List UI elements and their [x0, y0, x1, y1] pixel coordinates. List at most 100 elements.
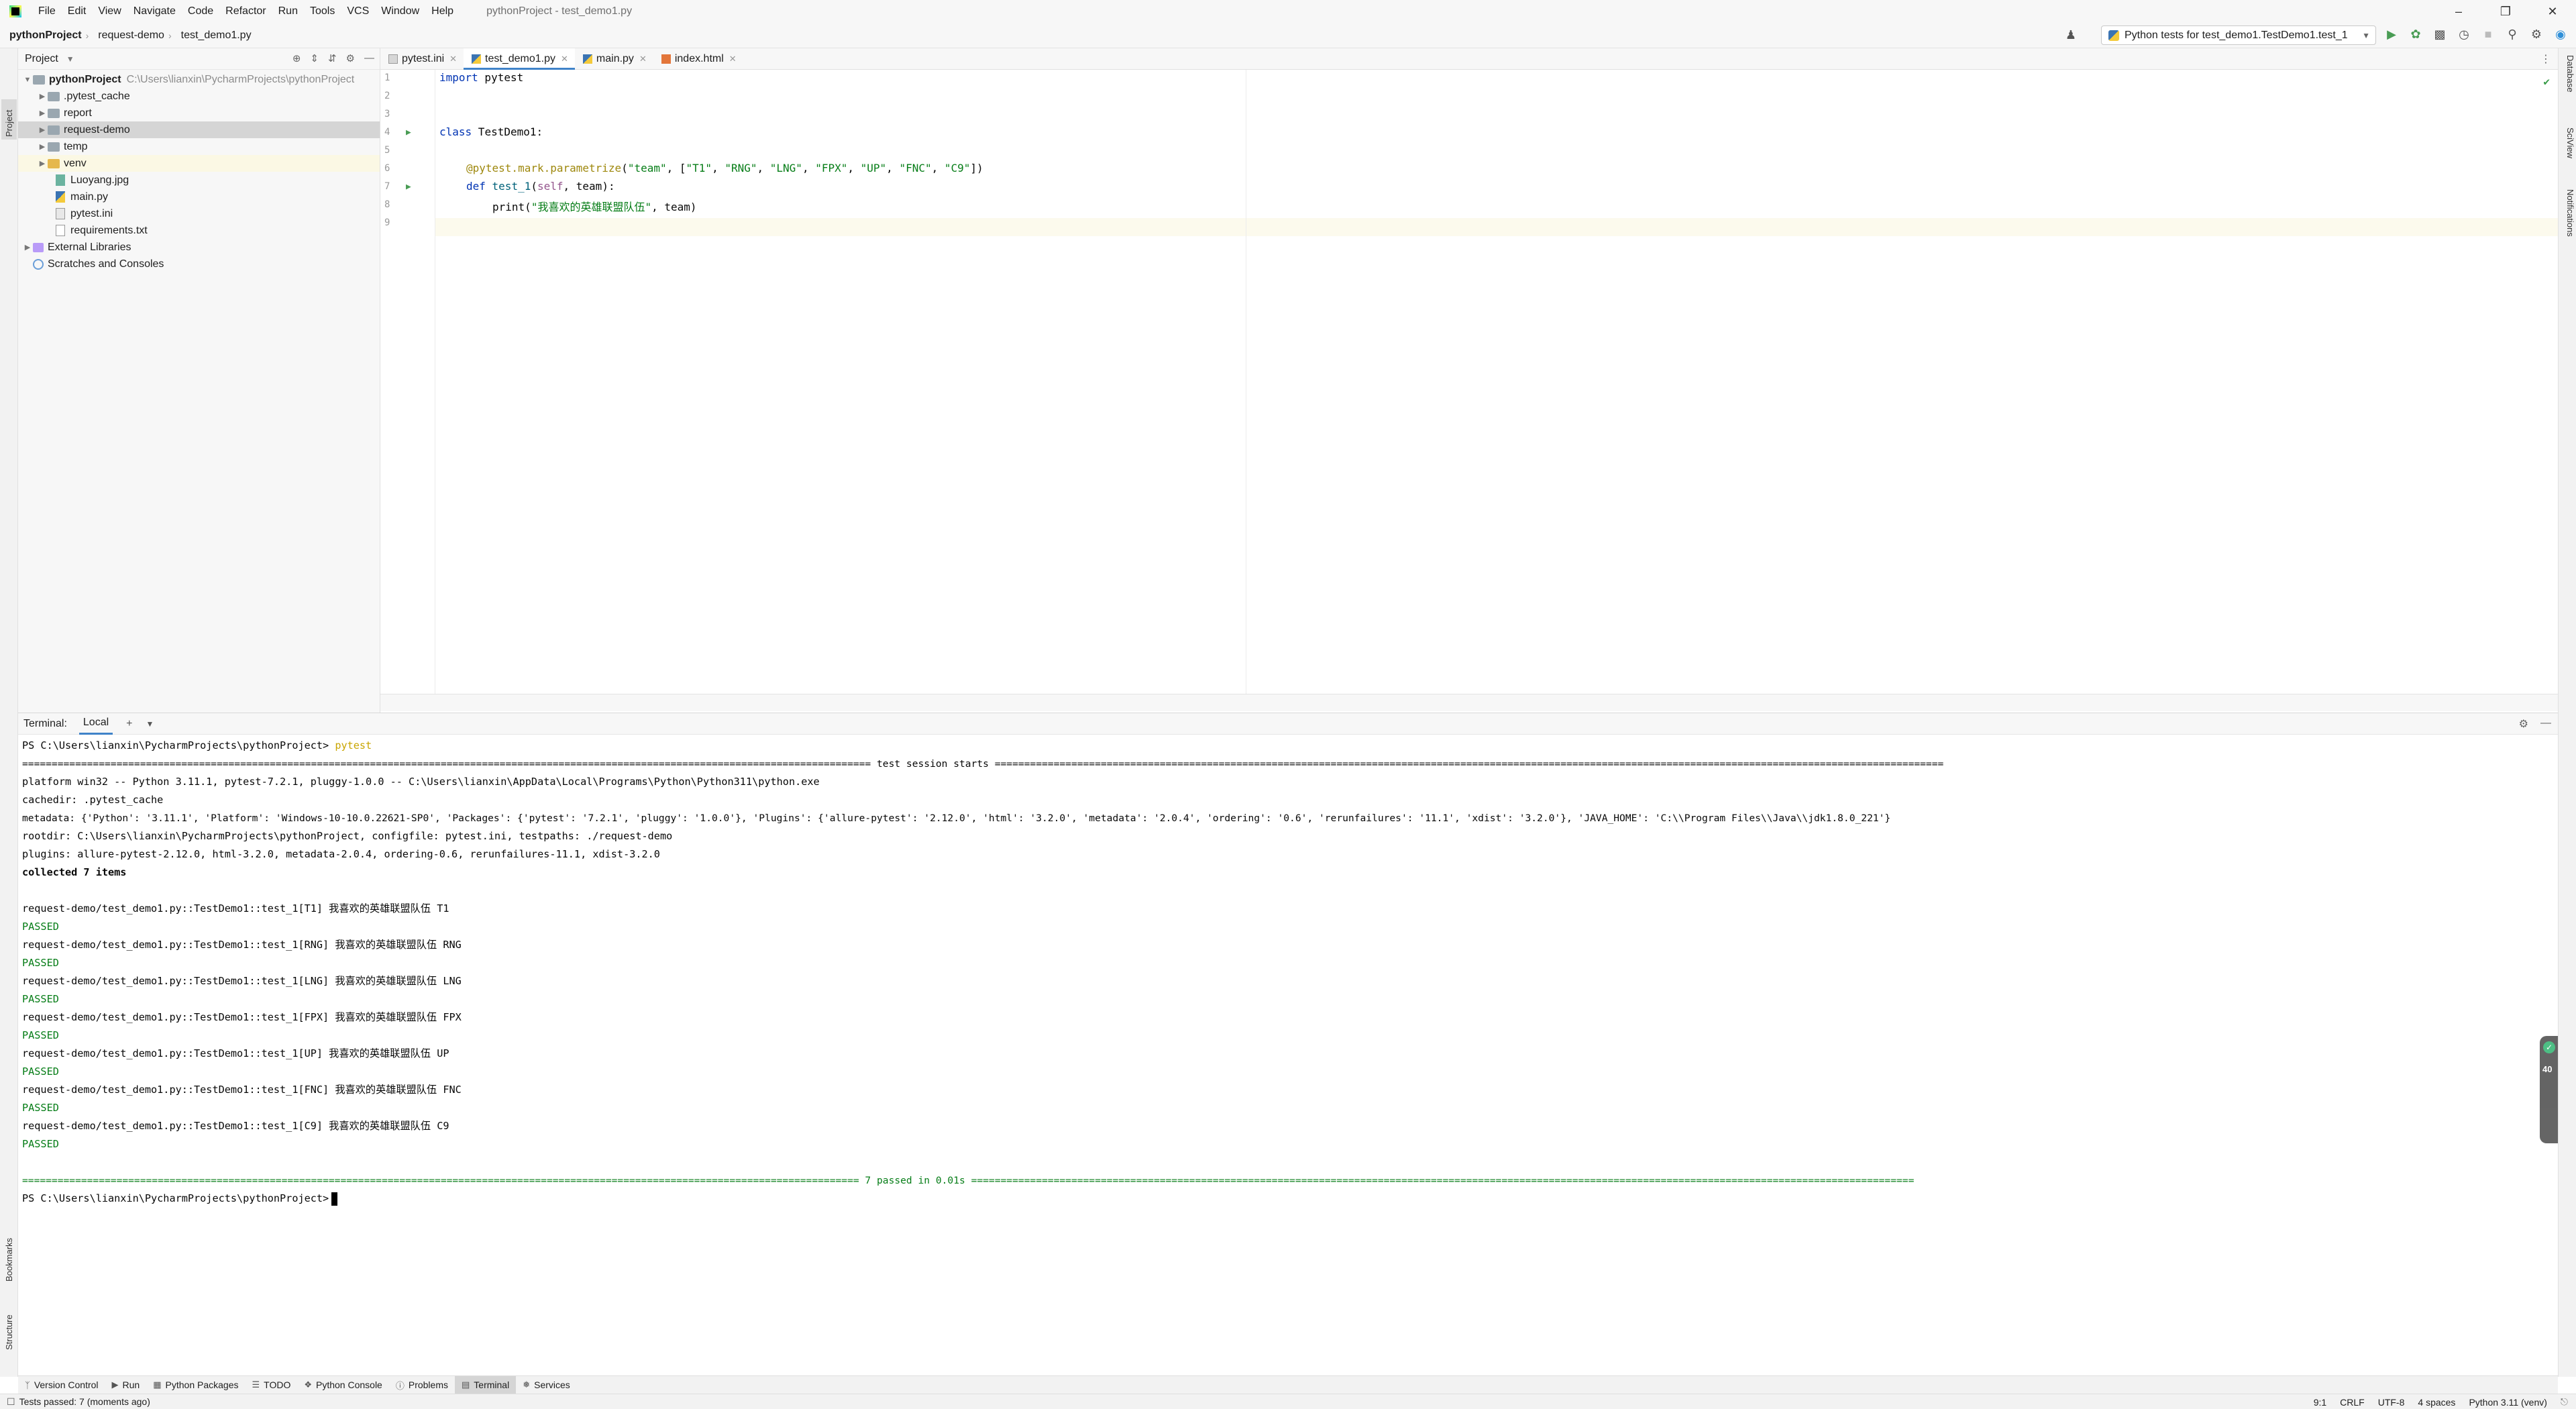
tool-services[interactable]: ❅ Services — [516, 1376, 577, 1394]
tree-item-scratches[interactable]: Scratches and Consoles — [18, 256, 380, 272]
tool-todo[interactable]: ☰ TODO — [245, 1376, 297, 1394]
tree-item-requirements-txt[interactable]: requirements.txt — [18, 222, 380, 239]
run-test-icon[interactable]: ▶ — [406, 127, 411, 138]
tree-item-pytest-ini[interactable]: pytest.ini — [18, 205, 380, 222]
tool-label: Terminal — [474, 1379, 510, 1390]
caret-position[interactable]: 9:1 — [2314, 1397, 2326, 1408]
collapse-all-icon[interactable]: ⇵ — [328, 52, 337, 64]
minimize-icon[interactable]: – — [2435, 0, 2482, 23]
chevron-right-icon[interactable]: ▶ — [37, 142, 48, 151]
run-configuration-select[interactable]: Python tests for test_demo1.TestDemo1.te… — [2101, 25, 2376, 45]
breadcrumb-folder[interactable]: request-demo — [89, 30, 168, 42]
menu-navigate[interactable]: Navigate — [127, 5, 182, 17]
tool-window-sciview[interactable]: SciView — [2560, 127, 2575, 174]
menu-file[interactable]: File — [32, 5, 62, 17]
terminal-header: Terminal: Local + ▼ ⚙ — — [18, 713, 2558, 735]
menu-code[interactable]: Code — [182, 5, 219, 17]
tab-main-py[interactable]: main.py ✕ — [575, 48, 653, 69]
tool-window-structure[interactable]: Structure — [1, 1303, 17, 1350]
chevron-right-icon[interactable]: ▶ — [22, 243, 33, 252]
menu-help[interactable]: Help — [425, 5, 460, 17]
close-icon[interactable]: ✕ — [449, 54, 457, 64]
performance-widget[interactable]: ✓ 40 — [2540, 1036, 2558, 1143]
tool-window-database[interactable]: Database — [2560, 55, 2575, 109]
chevron-down-icon[interactable]: ▼ — [146, 719, 154, 729]
close-icon[interactable]: ✕ — [729, 54, 737, 64]
gear-icon[interactable]: ⚙ — [346, 52, 355, 64]
menu-vcs[interactable]: VCS — [341, 5, 375, 17]
close-icon[interactable]: ✕ — [2529, 0, 2576, 23]
tool-version-control[interactable]: ᛉ Version Control — [18, 1376, 105, 1394]
tree-item-pytest-cache[interactable]: ▶ .pytest_cache — [18, 88, 380, 105]
breadcrumb-file[interactable]: test_demo1.py — [172, 30, 256, 42]
file-encoding[interactable]: UTF-8 — [2378, 1397, 2405, 1408]
code-editor[interactable]: 1 2 3 4 5 6 7 8 9 ▶ ▶ import pytest clas… — [380, 70, 2558, 694]
no-problems-check-icon[interactable]: ✔ — [2543, 75, 2550, 88]
menu-tools[interactable]: Tools — [304, 5, 341, 17]
code-token: ( — [525, 201, 531, 213]
run-test-icon[interactable]: ▶ — [406, 182, 411, 192]
python-icon — [2108, 30, 2119, 41]
menu-run[interactable]: Run — [272, 5, 304, 17]
editor-horizontal-scrollbar[interactable] — [380, 694, 2558, 711]
add-icon[interactable]: + — [126, 718, 132, 730]
lock-icon[interactable]: ⎋ — [2561, 1396, 2568, 1408]
expand-all-icon[interactable]: ⇕ — [310, 52, 319, 64]
stop-icon[interactable]: ■ — [2481, 27, 2496, 42]
python-file-icon — [56, 191, 65, 203]
tree-item-external-libraries[interactable]: ▶ External Libraries — [18, 239, 380, 256]
indent-setting[interactable]: 4 spaces — [2418, 1397, 2455, 1408]
tree-item-report[interactable]: ▶ report — [18, 105, 380, 121]
menu-view[interactable]: View — [92, 5, 127, 17]
menu-edit[interactable]: Edit — [62, 5, 93, 17]
profile-icon[interactable]: ◷ — [2457, 27, 2471, 42]
jetbrains-ai-icon[interactable]: ◉ — [2553, 27, 2568, 42]
tree-item-project-root[interactable]: ▼ pythonProject C:\Users\lianxin\Pycharm… — [18, 71, 380, 88]
menu-refactor[interactable]: Refactor — [219, 5, 272, 17]
search-icon[interactable]: ⚲ — [2505, 27, 2520, 42]
hide-icon[interactable]: — — [2540, 717, 2551, 731]
chevron-down-icon[interactable]: ▼ — [22, 76, 33, 84]
tool-problems[interactable]: ⓘ Problems — [389, 1376, 455, 1394]
tree-item-request-demo[interactable]: ▶ request-demo — [18, 121, 380, 138]
tool-window-notifications[interactable]: Notifications — [2560, 189, 2575, 263]
tab-pytest-ini[interactable]: pytest.ini ✕ — [380, 48, 464, 69]
tree-item-luoyang-jpg[interactable]: Luoyang.jpg — [18, 172, 380, 189]
restore-icon[interactable]: ❐ — [2482, 0, 2529, 23]
chevron-down-icon[interactable]: ▼ — [66, 54, 74, 64]
chevron-right-icon[interactable]: ▶ — [37, 92, 48, 101]
tab-index-html[interactable]: index.html ✕ — [653, 48, 743, 69]
run-icon[interactable]: ▶ — [2384, 27, 2399, 42]
chevron-right-icon[interactable]: ▶ — [37, 109, 48, 117]
tool-run[interactable]: ▶ Run — [105, 1376, 147, 1394]
gear-icon[interactable]: ⚙ — [2529, 27, 2544, 42]
more-tabs-icon[interactable]: ⋮ — [2540, 52, 2551, 66]
user-icon[interactable]: ♟ — [2063, 28, 2078, 42]
chevron-right-icon[interactable]: ▶ — [37, 159, 48, 168]
tool-window-project[interactable]: Project — [1, 99, 17, 140]
tool-python-console[interactable]: ❖ Python Console — [297, 1376, 389, 1394]
tab-test-demo1-py[interactable]: test_demo1.py ✕ — [464, 48, 575, 70]
tree-item-main-py[interactable]: main.py — [18, 189, 380, 205]
locate-file-icon[interactable]: ⊕ — [292, 52, 301, 64]
tree-item-venv[interactable]: ▶ venv — [18, 155, 380, 172]
python-interpreter[interactable]: Python 3.11 (venv) — [2469, 1397, 2546, 1408]
tool-python-packages[interactable]: ▦ Python Packages — [146, 1376, 245, 1394]
breadcrumb-project[interactable]: pythonProject — [0, 30, 86, 42]
coverage-icon[interactable]: ▩ — [2432, 27, 2447, 42]
hide-icon[interactable]: — — [364, 52, 374, 64]
debug-icon[interactable]: ✿ — [2408, 27, 2423, 42]
gear-icon[interactable]: ⚙ — [2519, 717, 2528, 731]
project-view-label[interactable]: Project — [25, 53, 58, 65]
close-icon[interactable]: ✕ — [561, 54, 568, 64]
menu-window[interactable]: Window — [375, 5, 425, 17]
tree-item-temp[interactable]: ▶ temp — [18, 138, 380, 155]
chevron-right-icon[interactable]: ▶ — [37, 125, 48, 134]
terminal-tab-local[interactable]: Local — [78, 713, 113, 735]
tool-window-bookmarks[interactable]: Bookmarks — [1, 1228, 17, 1282]
tool-terminal[interactable]: ▤ Terminal — [455, 1375, 517, 1394]
status-message[interactable]: ☐ Tests passed: 7 (moments ago) — [7, 1396, 150, 1408]
close-icon[interactable]: ✕ — [639, 54, 647, 64]
line-separator[interactable]: CRLF — [2340, 1397, 2365, 1408]
terminal-command: pytest — [329, 739, 372, 751]
